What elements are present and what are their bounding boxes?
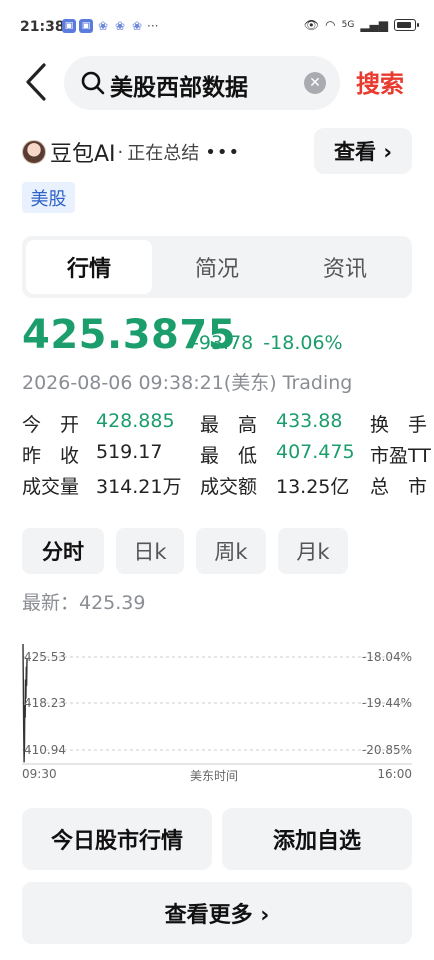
tab-news[interactable]: 资讯 [282,240,408,294]
stat-label: 总 市 [370,476,428,498]
y-tick-right: -19.44% [361,696,412,710]
clear-icon[interactable]: ✕ [304,72,326,94]
quote-timestamp: 2026-08-06 09:38:21(美东) Trading [22,372,353,394]
y-tick-right: -18.04% [361,650,412,664]
period-weekly[interactable]: 周k [196,528,266,574]
back-button[interactable] [18,62,54,102]
ai-status: 正在总结 [127,143,200,164]
stats-row: 今 开 428.885 最 高 433.88 换 手 [22,410,434,441]
price-change: -93.78 -18.06% [192,332,343,354]
avatar [22,140,46,164]
y-tick-left: 418.23 [24,696,66,710]
eye-icon: 👁 [303,18,320,32]
stat-value: 13.25亿 [276,476,350,498]
ai-summary-row[interactable]: 豆包AI · 正在总结 ••• [22,134,240,170]
change-value: -93.78 [192,332,254,354]
stats-row: 成交量 314.21万 成交额 13.25亿 总 市 [22,472,434,503]
search-query: 美股西部数据 [110,75,248,101]
paw-icon: ❀ [114,19,126,33]
more-notifications-icon: ··· [147,19,159,33]
period-daily[interactable]: 日k [116,528,184,574]
app-notification-icon: ▣ [62,19,76,33]
x-tick: 16:00 [377,767,412,781]
stat-label: 成交额 [200,476,258,498]
stat-value: 407.475 [276,441,355,463]
y-tick-left: 410.94 [24,743,66,757]
period-monthly[interactable]: 月k [278,528,348,574]
status-bar: 21:38 ▣ ▣ ❀ ❀ ❀ ··· 👁 ◠ 5G ▂▄▆ [0,0,434,56]
tab-overview[interactable]: 简况 [154,240,280,294]
battery-icon [394,19,419,31]
notification-icons: ▣ ▣ ❀ ❀ ❀ ··· [62,19,158,33]
y-tick-right: -20.85% [361,743,412,757]
status-right: 👁 ◠ 5G ▂▄▆ [303,18,419,32]
wifi-icon: ◠ [325,18,336,32]
status-time: 21:38 [20,19,65,35]
stat-label: 最 低 [200,445,258,467]
chevron-left-icon [26,63,46,101]
stat-label: 市盈TT [370,445,431,467]
ai-name: 豆包AI [50,142,116,167]
app-notification-icon: ▣ [79,19,93,33]
period-intraday[interactable]: 分时 [22,528,104,574]
paw-icon: ❀ [97,19,109,33]
today-market-button[interactable]: 今日股市行情 [22,808,212,870]
stats-grid: 今 开 428.885 最 高 433.88 换 手 昨 收 519.17 最 … [22,410,434,503]
view-button[interactable]: 查看 › [314,128,412,174]
stat-label: 成交量 [22,476,80,498]
stat-value: 314.21万 [96,476,182,498]
add-watchlist-button[interactable]: 添加自选 [222,808,412,870]
stat-value: 428.885 [96,410,175,432]
stat-label: 昨 收 [22,445,80,467]
change-percent: -18.06% [263,332,343,354]
stat-label: 最 高 [200,414,258,436]
tab-quote[interactable]: 行情 [26,240,152,294]
intraday-chart[interactable]: 425.53 418.23 410.94 -18.04% -19.44% -20… [0,640,434,790]
search-icon [81,71,105,95]
stat-value: 433.88 [276,410,343,432]
search-button[interactable]: 搜索 [356,64,404,99]
network-label: 5G [341,20,355,30]
market-tag: 美股 [22,182,75,213]
signal-icon: ▂▄▆ [360,18,388,32]
view-more-button[interactable]: 查看更多 › [22,882,412,944]
paw-icon: ❀ [131,19,143,33]
x-tick: 09:30 [22,767,57,781]
x-axis-label: 美东时间 [190,769,239,783]
search-input[interactable]: 美股西部数据 ✕ [64,56,340,110]
y-tick-left: 425.53 [24,650,66,664]
ai-separator: · [117,141,124,163]
tab-bar: 行情 简况 资讯 [22,236,412,298]
latest-price: 最新：425.39 [22,592,146,614]
loading-dots-icon: ••• [205,141,241,163]
stat-value: 519.17 [96,441,163,463]
stat-label: 换 手 [370,414,428,436]
stats-row: 昨 收 519.17 最 低 407.475 市盈TT [22,441,434,472]
stat-label: 今 开 [22,414,80,436]
